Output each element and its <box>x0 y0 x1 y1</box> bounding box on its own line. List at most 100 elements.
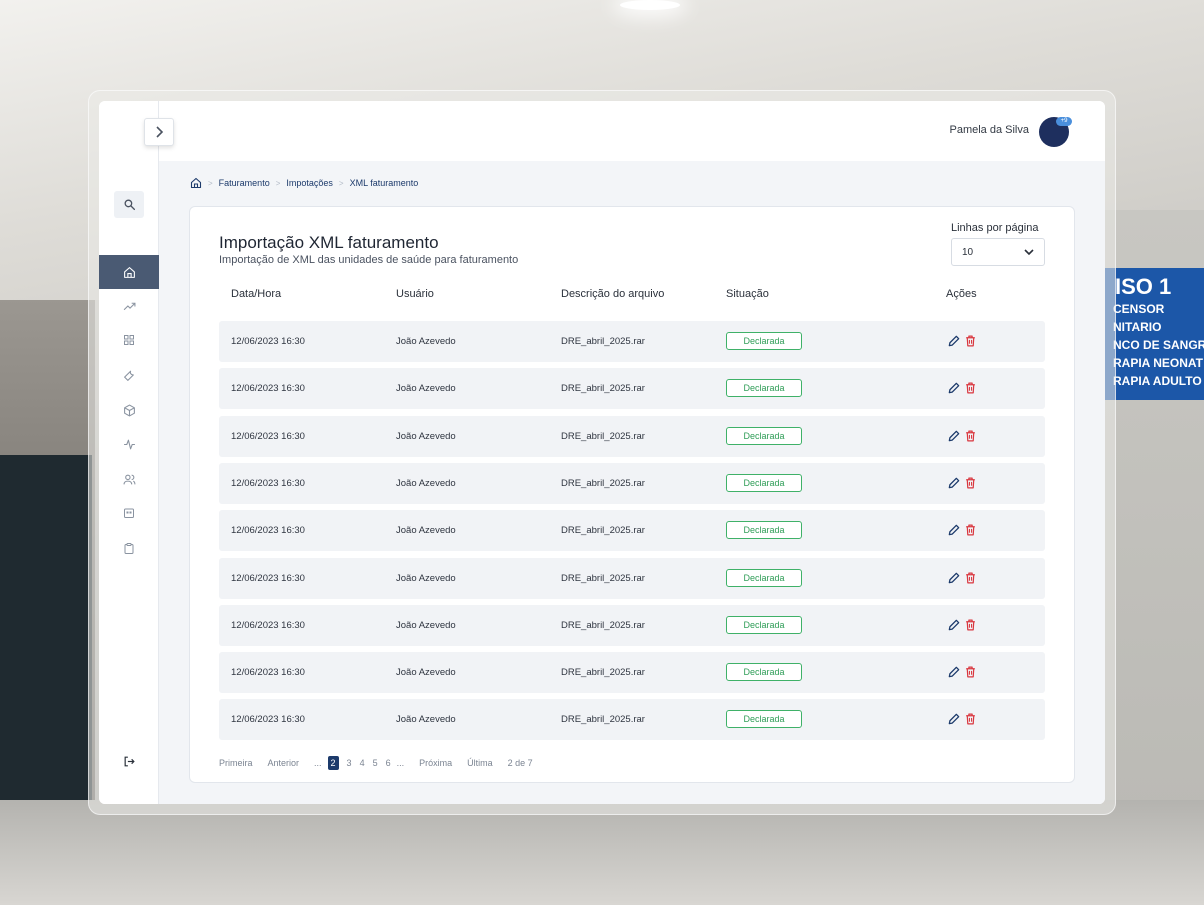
breadcrumb-item-faturamento[interactable]: Faturamento <box>219 178 270 188</box>
table-row[interactable]: 12/06/2023 16:30 João Azevedo DRE_abril_20… <box>219 510 1045 552</box>
edit-button[interactable] <box>947 665 961 679</box>
sidebar-item-home[interactable] <box>99 255 159 289</box>
sidebar-item-packages[interactable] <box>99 393 159 427</box>
pencil-icon <box>948 524 960 536</box>
table-row[interactable]: 12/06/2023 16:30 João Azevedo DRE_abril_20… <box>219 604 1045 646</box>
delete-button[interactable] <box>964 571 977 585</box>
background-floor <box>0 800 1204 905</box>
cell-file: DRE_abril_2025.rar <box>561 430 645 442</box>
delete-button[interactable] <box>964 476 977 490</box>
column-header-file: Descrição do arquivo <box>561 288 665 300</box>
pagination: Primeira Anterior ... 2 3 4 5 6 ... Próx… <box>219 755 533 771</box>
main-content: > Faturamento > Impotações > XML faturam… <box>159 161 1105 804</box>
sidebar-item-activity[interactable] <box>99 427 159 461</box>
table-row[interactable]: 12/06/2023 16:30 João Azevedo DRE_abril_20… <box>219 462 1045 504</box>
chevron-down-icon <box>1024 248 1034 255</box>
table-row[interactable]: 12/06/2023 16:30 João Azevedo DRE_abril_20… <box>219 699 1045 741</box>
sign-line: RAPIA NEONAT <box>1113 356 1203 370</box>
pagination-first[interactable]: Primeira <box>219 758 253 768</box>
delete-button[interactable] <box>964 381 977 395</box>
cell-datetime: 12/06/2023 16:30 <box>231 430 305 442</box>
breadcrumb: > Faturamento > Impotações > XML faturam… <box>190 177 418 189</box>
home-icon[interactable] <box>190 177 202 189</box>
edit-button[interactable] <box>947 334 961 348</box>
table-header: Data/Hora Usuário Descrição do arquivo S… <box>219 288 1045 304</box>
trash-icon <box>966 335 975 347</box>
pencil-icon <box>948 714 960 725</box>
pagination-next[interactable]: Próxima <box>419 758 452 768</box>
delete-button[interactable] <box>964 334 977 348</box>
table-row[interactable]: 12/06/2023 16:30 João Azevedo DRE_abril_20… <box>219 321 1045 362</box>
edit-button[interactable] <box>947 618 961 632</box>
sign-title: ISO 1 <box>1115 274 1172 299</box>
delete-button[interactable] <box>964 618 977 632</box>
sidebar-item-dashboard[interactable] <box>99 323 159 357</box>
sidebar-item-clipboard[interactable] <box>99 531 159 565</box>
pagination-previous[interactable]: Anterior <box>268 758 300 768</box>
pagination-page[interactable]: 4 <box>360 758 365 768</box>
app-window: Pamela da Silva +9 > Faturamento > Impot… <box>99 101 1105 804</box>
breadcrumb-item-xml-faturamento[interactable]: XML faturamento <box>350 178 419 188</box>
status-badge: Declarada <box>726 710 802 729</box>
status-badge: Declarada <box>726 473 802 492</box>
search-button[interactable] <box>114 191 144 218</box>
pagination-page[interactable]: 5 <box>373 758 378 768</box>
sidebar-toggle-button[interactable] <box>144 118 174 146</box>
sidebar-item-tools[interactable] <box>99 358 159 392</box>
pagination-page[interactable]: 6 <box>386 758 391 768</box>
table-row[interactable]: 12/06/2023 16:30 João Azevedo DRE_abril_20… <box>219 652 1045 694</box>
cell-user: João Azevedo <box>396 525 456 537</box>
cell-file: DRE_abril_2025.rar <box>561 714 645 726</box>
sidebar-item-users[interactable] <box>99 462 159 496</box>
trash-icon <box>966 430 975 442</box>
table-row[interactable]: 12/06/2023 16:30 João Azevedo DRE_abril_20… <box>219 415 1045 457</box>
delete-button[interactable] <box>964 712 977 726</box>
edit-button[interactable] <box>947 381 961 395</box>
table-row[interactable]: 12/06/2023 16:30 João Azevedo DRE_abril_20… <box>219 557 1045 599</box>
cell-file: DRE_abril_2025.rar <box>561 619 645 631</box>
sidebar-item-trends[interactable] <box>99 289 159 323</box>
grid-icon <box>124 335 134 345</box>
breadcrumb-item-importacoes[interactable]: Impotações <box>286 178 333 188</box>
clipboard-icon <box>124 542 134 554</box>
column-header-datetime: Data/Hora <box>231 288 282 300</box>
table-row[interactable]: 12/06/2023 16:30 João Azevedo DRE_abril_20… <box>219 368 1045 410</box>
pencil-icon <box>948 477 960 489</box>
edit-button[interactable] <box>947 476 961 490</box>
rows-per-page-select[interactable]: 10 <box>951 238 1045 266</box>
cell-user: João Azevedo <box>396 336 456 347</box>
pagination-ellipsis: ... <box>314 758 322 768</box>
calendar-icon <box>124 508 134 518</box>
delete-button[interactable] <box>964 665 977 679</box>
cell-datetime: 12/06/2023 16:30 <box>231 383 305 395</box>
sidebar-item-calendar[interactable] <box>99 496 159 530</box>
cell-datetime: 12/06/2023 16:30 <box>231 619 305 631</box>
logout-button[interactable] <box>99 747 159 775</box>
pencil-icon <box>948 666 960 678</box>
edit-button[interactable] <box>947 712 961 726</box>
rows-per-page-value: 10 <box>962 246 974 258</box>
edit-button[interactable] <box>947 571 961 585</box>
delete-button[interactable] <box>964 523 977 537</box>
pagination-summary: 2 de 7 <box>507 758 533 768</box>
top-bar: Pamela da Silva +9 <box>159 101 1105 161</box>
edit-button[interactable] <box>947 429 961 443</box>
pagination-page[interactable]: 3 <box>347 758 352 768</box>
sign-line: CENSOR <box>1113 302 1165 316</box>
search-icon <box>124 199 135 211</box>
ceiling-light <box>620 0 680 10</box>
delete-button[interactable] <box>964 429 977 443</box>
column-header-user: Usuário <box>396 288 434 300</box>
status-badge: Declarada <box>726 615 802 634</box>
home-icon <box>123 266 135 278</box>
edit-button[interactable] <box>947 523 961 537</box>
trash-icon <box>966 572 975 583</box>
sidebar <box>99 101 159 804</box>
pagination-page-current[interactable]: 2 <box>327 756 339 770</box>
pencil-icon <box>948 335 960 347</box>
sign-line: NCO DE SANGR <box>1113 338 1204 352</box>
trending-up-icon <box>123 302 135 310</box>
breadcrumb-separator: > <box>275 178 281 188</box>
pencil-icon <box>948 382 960 394</box>
pagination-last[interactable]: Última <box>467 758 493 768</box>
